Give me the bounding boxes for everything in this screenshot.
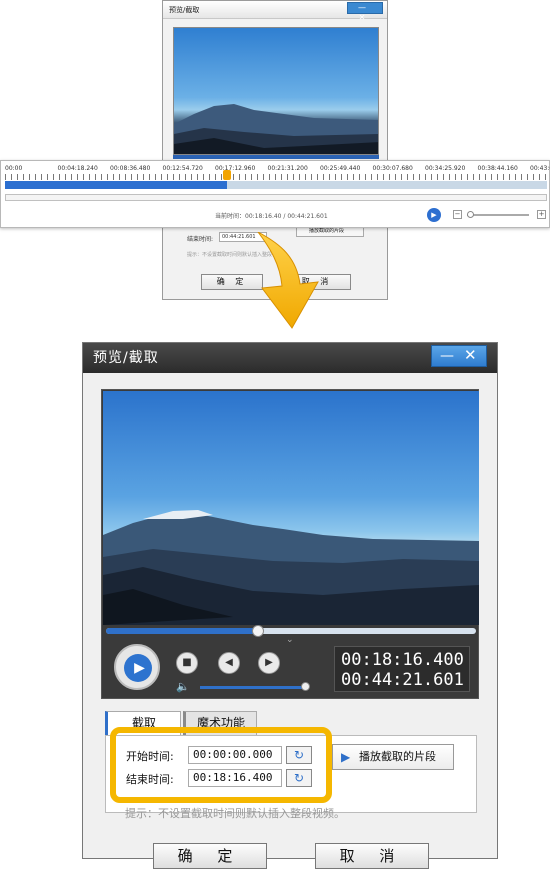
playback-progress-fill [106, 628, 258, 634]
volume-icon[interactable]: 🔈 [176, 680, 190, 693]
video-player: ⌄ ▶ ■ ◀ ▶ 🔈 00:18:16.400 00:44:21.601 [101, 389, 479, 699]
volume-slider-track[interactable] [200, 686, 306, 689]
window-controls: — ✕ [431, 345, 487, 367]
timeline-tick-label: 00:43:02.40 [530, 165, 550, 172]
current-time: 00:18:16.400 [341, 650, 464, 670]
prev-frame-button[interactable]: ◀ [218, 652, 240, 674]
video-frame[interactable] [103, 391, 479, 625]
next-frame-button[interactable]: ▶ [258, 652, 280, 674]
playback-progress-track[interactable] [106, 628, 476, 634]
timeline-tick-label: 00:34:25.920 [425, 165, 466, 172]
ok-button[interactable]: 确 定 [153, 843, 267, 869]
small-end-label: 结束时间: [187, 236, 214, 243]
timeline-tick-label: 00:04:18.240 [57, 165, 98, 172]
playback-progress-thumb[interactable] [251, 625, 264, 637]
timeline-current-time: 当前时间：00:18:16.40 / 00:44:21.601 [215, 213, 328, 220]
close-icon[interactable]: ✕ [464, 348, 477, 363]
time-display: 00:18:16.400 00:44:21.601 [334, 646, 470, 692]
zoom-slider-thumb[interactable] [467, 211, 474, 218]
timeline-tick-label: 00:21:31.200 [267, 165, 308, 172]
zoom-out-button[interactable]: − [453, 210, 462, 219]
timeline-panel: 00:00 00:04:18.240 00:08:36.480 00:12:54.72… [0, 160, 550, 228]
timeline-tick-label: 00:17:12.960 [215, 165, 256, 172]
transition-arrow-icon [257, 232, 319, 329]
timeline-play-icon[interactable]: ▶ [427, 208, 441, 222]
timeline-tick-label: 00:00 [5, 165, 23, 172]
total-time: 00:44:21.601 [341, 670, 464, 690]
play-segment-button[interactable]: ▶ 播放截取的片段 [332, 744, 454, 770]
prev-frame-icon: ◀ [225, 657, 233, 668]
cancel-button[interactable]: 取 消 [315, 843, 429, 869]
time-fields-highlight [110, 727, 332, 803]
small-progress-bar [173, 155, 379, 159]
timeline-playhead[interactable] [223, 170, 232, 180]
stop-icon: ■ [182, 657, 192, 668]
stop-button[interactable]: ■ [176, 652, 198, 674]
timeline-tick-label: 00:25:49.440 [320, 165, 361, 172]
small-mountain-scene [174, 104, 378, 154]
small-window-controls[interactable]: — ✕ [347, 2, 383, 22]
tip-text: 提示：不设置截取时间则默认插入整段视频。 [125, 807, 345, 820]
play-segment-label: 播放截取的片段 [359, 750, 436, 763]
timeline-ruler [5, 174, 547, 180]
small-video-frame [173, 27, 379, 155]
chevron-down-icon[interactable]: ⌄ [286, 635, 294, 645]
mountain-scene [103, 510, 479, 625]
zoom-slider-track[interactable] [467, 214, 529, 216]
timeline-tick-label: 00:12:54.720 [162, 165, 203, 172]
minimize-icon[interactable]: — [440, 349, 454, 363]
timeline-track[interactable] [5, 181, 547, 189]
timeline-played-fill [5, 181, 228, 189]
play-button[interactable]: ▶ [114, 644, 160, 690]
play-icon: ▶ [124, 654, 152, 682]
timeline-tick-label: 00:38:44.160 [477, 165, 518, 172]
next-frame-icon: ▶ [265, 657, 273, 668]
play-icon: ▶ [341, 750, 351, 764]
timeline-scrollbar[interactable] [5, 194, 547, 201]
timeline-tick-label: 00:30:07.680 [372, 165, 413, 172]
zoom-in-button[interactable]: + [537, 210, 546, 219]
timeline-tick-label: 00:08:36.480 [110, 165, 151, 172]
volume-slider-thumb[interactable] [301, 682, 310, 691]
